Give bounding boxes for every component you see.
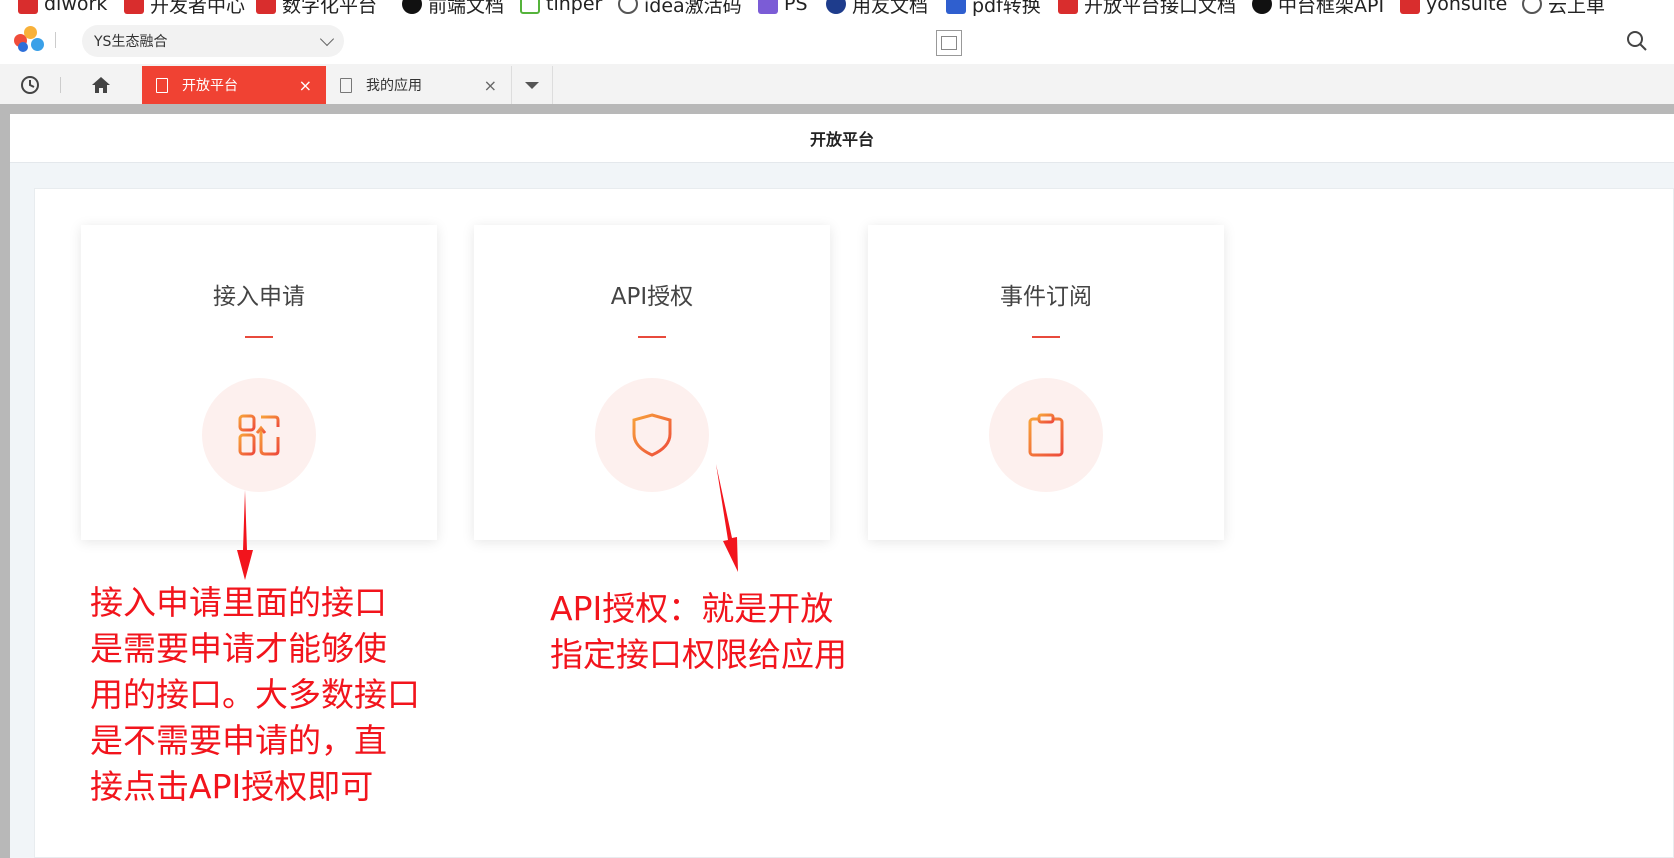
chevron-down-icon	[319, 31, 335, 46]
github-icon	[1252, 0, 1272, 14]
api-connect-icon	[238, 414, 280, 456]
annotation-arrow	[237, 490, 253, 580]
bookmark-item[interactable]: idea激活码	[618, 0, 742, 16]
clipboard-icon	[1028, 413, 1064, 457]
card-event-subscription[interactable]: 事件订阅	[868, 225, 1224, 540]
card-title: API授权	[610, 284, 694, 310]
history-icon[interactable]	[19, 74, 41, 96]
bookmark-item[interactable]: PS	[758, 0, 808, 15]
tenant-label: YS生态融合	[94, 34, 168, 50]
bookmark-item[interactable]: 前端文档	[402, 0, 504, 16]
app-icon	[124, 0, 144, 14]
tab-bar: 开放平台 × 我的应用 ×	[0, 64, 1674, 104]
card-divider	[638, 336, 666, 338]
app-icon	[1400, 0, 1420, 14]
image-placeholder-icon[interactable]	[936, 30, 962, 56]
divider	[60, 77, 61, 93]
document-icon	[340, 77, 352, 93]
tab-label: 开放平台	[182, 78, 238, 94]
app-logo[interactable]	[14, 26, 44, 54]
close-icon[interactable]: ×	[484, 76, 497, 95]
globe-icon	[618, 0, 638, 14]
card-api-auth[interactable]: API授权	[474, 225, 830, 540]
annotation-arrow	[716, 464, 738, 572]
tab-label: 我的应用	[366, 78, 422, 94]
divider	[55, 32, 56, 48]
tenant-selector[interactable]: YS生态融合	[82, 25, 344, 57]
card-divider	[245, 336, 273, 338]
caret-down-icon	[525, 81, 539, 89]
bookmark-item[interactable]: 中台框架API	[1252, 0, 1384, 16]
pdf-icon	[946, 0, 966, 14]
bookmark-item[interactable]: 开放平台接口文档	[1058, 0, 1236, 16]
home-icon[interactable]	[90, 74, 112, 96]
card-divider	[1032, 336, 1060, 338]
annotation-text-left: 接入申请里面的接口 是需要申请才能够使 用的接口。大多数接口 是不需要申请的，直…	[90, 583, 420, 806]
yonyou-icon	[826, 0, 846, 14]
app-icon	[256, 0, 276, 14]
app-icon	[18, 0, 38, 14]
github-icon	[402, 0, 422, 14]
tinper-icon	[520, 0, 540, 14]
shield-chart-icon	[632, 413, 672, 457]
app-topbar: YS生态融合	[0, 16, 1674, 64]
bookmark-item[interactable]: 用友文档	[826, 0, 928, 16]
page-title: 开放平台	[10, 114, 1674, 163]
bookmark-item[interactable]: 开发者中心	[124, 0, 245, 16]
ps-icon	[758, 0, 778, 14]
bookmark-item[interactable]: yonsuite	[1400, 0, 1507, 15]
close-icon[interactable]: ×	[299, 76, 312, 95]
bookmark-item[interactable]: 数字化平台	[256, 0, 377, 16]
card-icon-circle	[989, 378, 1103, 492]
bookmark-item[interactable]: diwork	[18, 0, 107, 15]
bookmark-item[interactable]: pdf转换	[946, 0, 1041, 16]
bookmark-item[interactable]: tinper	[520, 0, 602, 15]
tab-open-platform[interactable]: 开放平台 ×	[142, 66, 326, 104]
app-icon	[1058, 0, 1078, 14]
tab-more-dropdown[interactable]	[512, 66, 553, 104]
annotation-text-right: API授权：就是开放 指定接口权限给应用	[550, 589, 847, 674]
card-icon-circle	[595, 378, 709, 492]
bookmarks-bar: diwork 开发者中心 数字化平台 前端文档 tinper idea激活码 P…	[0, 0, 1674, 16]
tab-my-apps[interactable]: 我的应用 ×	[326, 66, 512, 104]
card-title: 事件订阅	[1000, 284, 1092, 310]
document-icon	[156, 77, 168, 93]
globe-icon	[1522, 0, 1542, 14]
card-title: 接入申请	[213, 284, 305, 310]
bookmark-item[interactable]: 云上单	[1522, 0, 1605, 16]
search-icon[interactable]	[1626, 30, 1648, 52]
card-icon-circle	[202, 378, 316, 492]
